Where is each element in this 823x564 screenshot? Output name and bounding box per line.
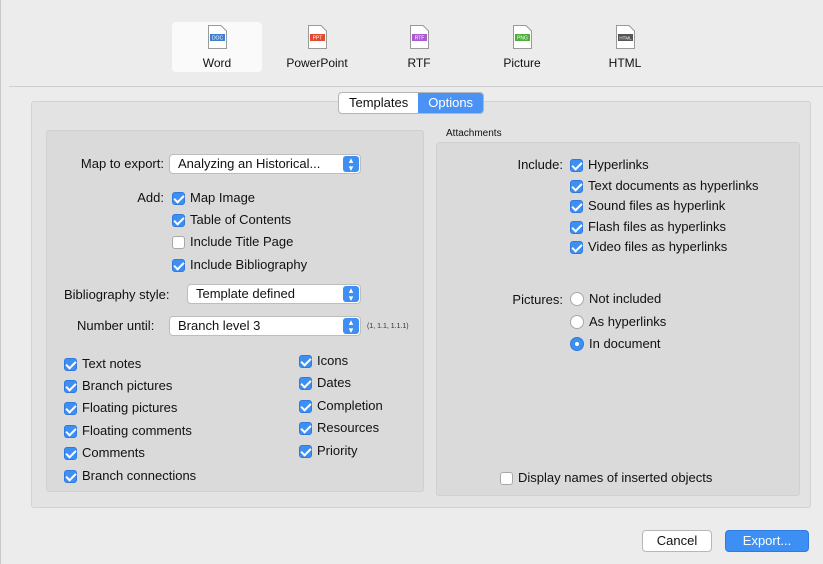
export-dialog: DOC Word PPT PowerPoint RTF RTF PNG Pict… [0,0,823,564]
comments-label: Comments [82,445,145,460]
floating-comments-label: Floating comments [82,423,192,438]
priority-checkbox[interactable] [299,445,312,458]
map-image-checkbox[interactable] [172,192,185,205]
display-names-checkbox[interactable] [500,472,513,485]
resources-checkbox[interactable] [299,422,312,435]
table-of-contents-label: Table of Contents [190,212,292,227]
include-label: Include: [517,157,563,172]
format-label-rtf: RTF [407,56,431,70]
comments-checkbox[interactable] [64,447,77,460]
bibliography-style-label: Bibliography style: [64,287,170,302]
number-until-value: Branch level 3 [178,318,261,333]
text-notes-checkbox[interactable] [64,358,77,371]
pictures-not-included-label: Not included [589,291,662,306]
floating-pictures-label: Floating pictures [82,400,178,415]
dates-label: Dates [317,375,351,390]
floating-pictures-checkbox[interactable] [64,402,77,415]
priority-label: Priority [317,443,358,458]
html-badge: HTML [619,36,632,41]
include-bibliography-label: Include Bibliography [190,257,308,272]
display-names-label: Display names of inserted objects [518,470,713,485]
map-to-export-select[interactable]: Analyzing an Historical... ▴ ▾ [169,154,361,174]
word-badge: DOC [212,36,224,42]
word-doc-icon: DOC [208,25,227,49]
video-files-label: Video files as hyperlinks [588,239,728,254]
rtf-doc-icon: RTF [410,25,429,49]
pictures-as-hyperlinks-label: As hyperlinks [589,314,667,329]
toolbar-separator [9,86,823,87]
icons-label: Icons [317,353,349,368]
tab-segmented-control: Templates Options [338,92,485,114]
map-to-export-label: Map to export: [80,156,164,171]
branch-pictures-label: Branch pictures [82,378,173,393]
number-until-label: Number until: [77,318,155,333]
completion-label: Completion [317,398,383,413]
cancel-button[interactable]: Cancel [642,530,712,552]
bibliography-style-select[interactable]: Template defined ▴ ▾ [187,284,361,304]
powerpoint-doc-icon: PPT [308,25,327,49]
format-rtf[interactable]: RTF RTF [374,22,464,72]
flash-files-checkbox[interactable] [570,221,583,234]
video-files-checkbox[interactable] [570,241,583,254]
flash-files-label: Flash files as hyperlinks [588,219,726,234]
number-format-hint: (1, 1.1, 1.1.1) [367,323,409,330]
include-title-page-label: Include Title Page [190,234,294,249]
icons-checkbox[interactable] [299,355,312,368]
export-button[interactable]: Export... [725,530,809,552]
format-html[interactable]: HTML HTML [580,22,670,72]
picture-doc-icon: PNG [513,25,532,49]
branch-connections-label: Branch connections [82,468,197,483]
format-label-word: Word [202,56,232,70]
floating-comments-checkbox[interactable] [64,425,77,438]
table-of-contents-checkbox[interactable] [172,214,185,227]
select-arrows-icon: ▴ ▾ [343,286,359,303]
attachments-title: Attachments [446,128,502,139]
sound-files-checkbox[interactable] [570,200,583,213]
number-until-select[interactable]: Branch level 3 ▴ ▾ [169,316,361,336]
include-bibliography-checkbox[interactable] [172,259,185,272]
powerpoint-badge: PPT [313,36,323,42]
pictures-in-document-radio[interactable] [570,337,584,351]
bibliography-style-value: Template defined [196,286,296,301]
hyperlinks-checkbox[interactable] [570,159,583,172]
branch-connections-checkbox[interactable] [64,470,77,483]
sound-files-label: Sound files as hyperlink [588,198,726,213]
map-to-export-value: Analyzing an Historical... [178,156,321,171]
pictures-in-document-label: In document [589,336,661,351]
include-title-page-checkbox[interactable] [172,236,185,249]
dates-checkbox[interactable] [299,377,312,390]
branch-pictures-checkbox[interactable] [64,380,77,393]
rtf-badge: RTF [415,36,425,42]
html-doc-icon: HTML [616,25,635,49]
pictures-as-hyperlinks-radio[interactable] [570,315,584,329]
pictures-not-included-radio[interactable] [570,292,584,306]
completion-checkbox[interactable] [299,400,312,413]
format-word[interactable]: DOC Word [172,22,262,72]
tab-options[interactable]: Options [418,93,484,113]
text-documents-checkbox[interactable] [570,180,583,193]
picture-badge: PNG [517,36,528,42]
add-label: Add: [137,190,164,205]
tab-templates[interactable]: Templates [339,93,418,113]
text-documents-label: Text documents as hyperlinks [588,178,759,193]
text-notes-label: Text notes [82,356,142,371]
format-picture[interactable]: PNG Picture [477,22,567,72]
resources-label: Resources [317,420,380,435]
pictures-label: Pictures: [512,292,563,307]
map-image-label: Map Image [190,190,256,205]
format-label-html: HTML [608,56,642,70]
hyperlinks-label: Hyperlinks [588,157,649,172]
select-arrows-icon: ▴ ▾ [343,318,359,335]
select-arrows-icon: ▴ ▾ [343,156,359,173]
format-label-powerpoint: PowerPoint [286,56,348,70]
format-label-picture: Picture [503,56,541,70]
format-powerpoint[interactable]: PPT PowerPoint [272,22,362,72]
